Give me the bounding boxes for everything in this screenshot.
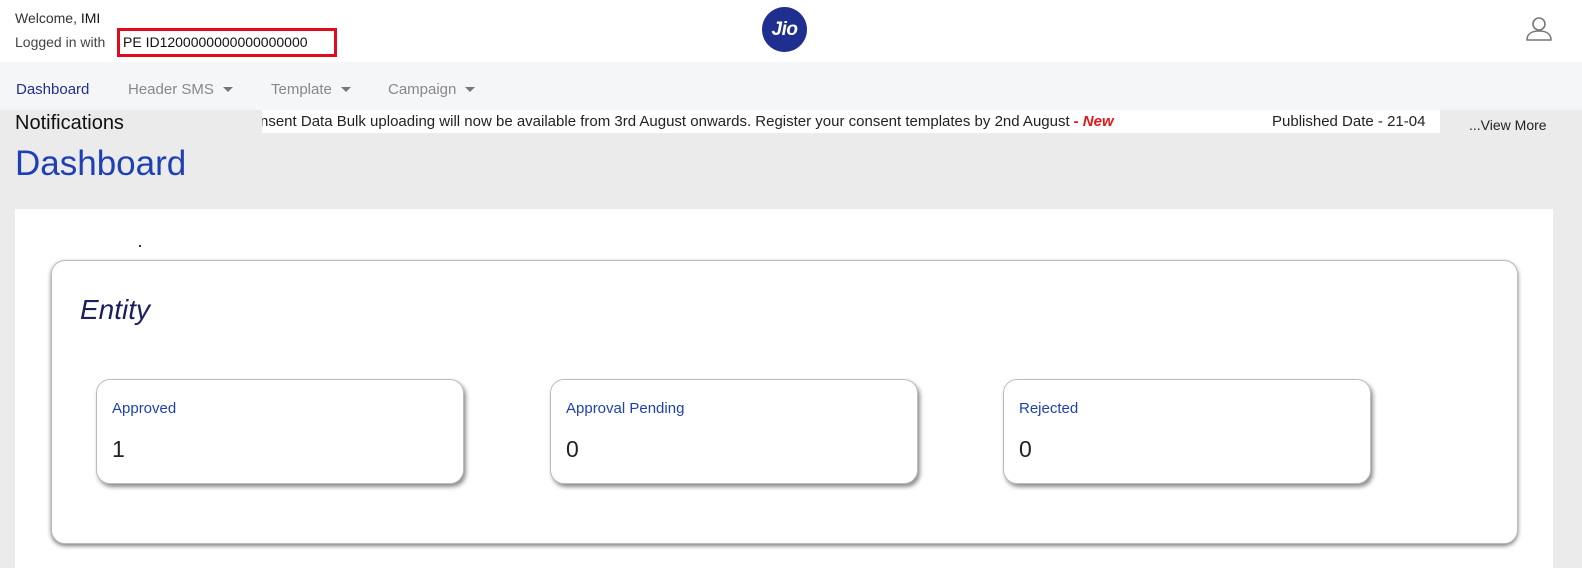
main-nav: Dashboard Header SMS Template Campaign	[0, 62, 1582, 110]
published-date: Published Date - 21-04	[1272, 113, 1426, 130]
user-icon[interactable]	[1525, 14, 1553, 42]
nav-item-template[interactable]: Template	[271, 81, 351, 98]
notifications-bar: Notifications nsent Data Bulk uploading …	[0, 110, 1582, 134]
pe-id-value: 1200000000000000000	[159, 34, 308, 50]
top-header: Welcome, IMI Logged in with PE ID1200000…	[0, 0, 1582, 62]
nav-item-label: Header SMS	[128, 81, 214, 98]
jio-logo[interactable]: Jio	[762, 7, 807, 52]
nav-item-dashboard[interactable]: Dashboard	[16, 81, 89, 98]
caret-down-icon	[222, 87, 233, 92]
stat-card-approval-pending[interactable]: Approval Pending 0	[550, 379, 918, 484]
pe-id-display: PE ID1200000000000000000	[123, 34, 308, 50]
nav-item-campaign[interactable]: Campaign	[388, 81, 476, 98]
new-tag: - New	[1073, 113, 1114, 130]
nav-item-label: Dashboard	[16, 81, 90, 98]
welcome-text: Welcome, IMI	[15, 10, 100, 26]
stat-value: 0	[1019, 436, 1032, 462]
stat-value: 0	[566, 436, 579, 462]
stray-dot	[139, 245, 141, 247]
welcome-prefix: Welcome,	[15, 10, 77, 26]
stat-label: Approval Pending	[566, 400, 685, 417]
nav-item-label: Campaign	[388, 81, 457, 98]
caret-down-icon	[465, 87, 476, 92]
logged-in-prefix: Logged in with	[15, 34, 106, 50]
notifications-title: Notifications	[15, 112, 124, 134]
pe-id-label: PE ID	[123, 34, 160, 50]
notification-text: nsent Data Bulk uploading will now be av…	[262, 113, 1070, 130]
page-title: Dashboard	[15, 144, 187, 183]
nav-item-label: Template	[271, 81, 332, 98]
view-more-link[interactable]: ...View More	[1469, 117, 1547, 133]
username: IMI	[80, 10, 101, 26]
stat-value: 1	[112, 436, 125, 462]
stat-label: Rejected	[1019, 400, 1079, 417]
notification-ticker[interactable]: nsent Data Bulk uploading will now be av…	[262, 110, 1440, 133]
jio-logo-text: Jio	[771, 18, 798, 40]
entity-title: Entity	[80, 294, 151, 325]
stat-card-rejected[interactable]: Rejected 0	[1003, 379, 1371, 484]
notification-message: nsent Data Bulk uploading will now be av…	[262, 113, 1114, 130]
stat-label: Approved	[112, 400, 177, 417]
nav-item-header-sms[interactable]: Header SMS	[128, 81, 233, 98]
stat-card-approved[interactable]: Approved 1	[96, 379, 464, 484]
caret-down-icon	[340, 87, 351, 92]
